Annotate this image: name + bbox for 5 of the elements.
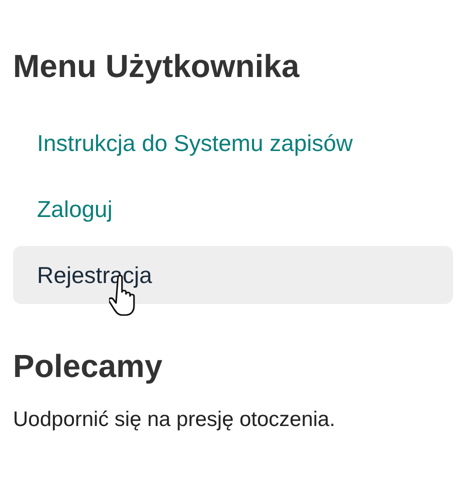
section-heading: Menu Użytkownika <box>13 47 300 86</box>
section-heading: Polecamy <box>13 347 164 386</box>
recommendation-text: Uodpornić się na presję otoczenia. <box>13 408 336 432</box>
menu-link[interactable]: Zaloguj <box>13 180 453 238</box>
menu-link[interactable]: Instrukcja do Systemu zapisów <box>13 114 453 172</box>
